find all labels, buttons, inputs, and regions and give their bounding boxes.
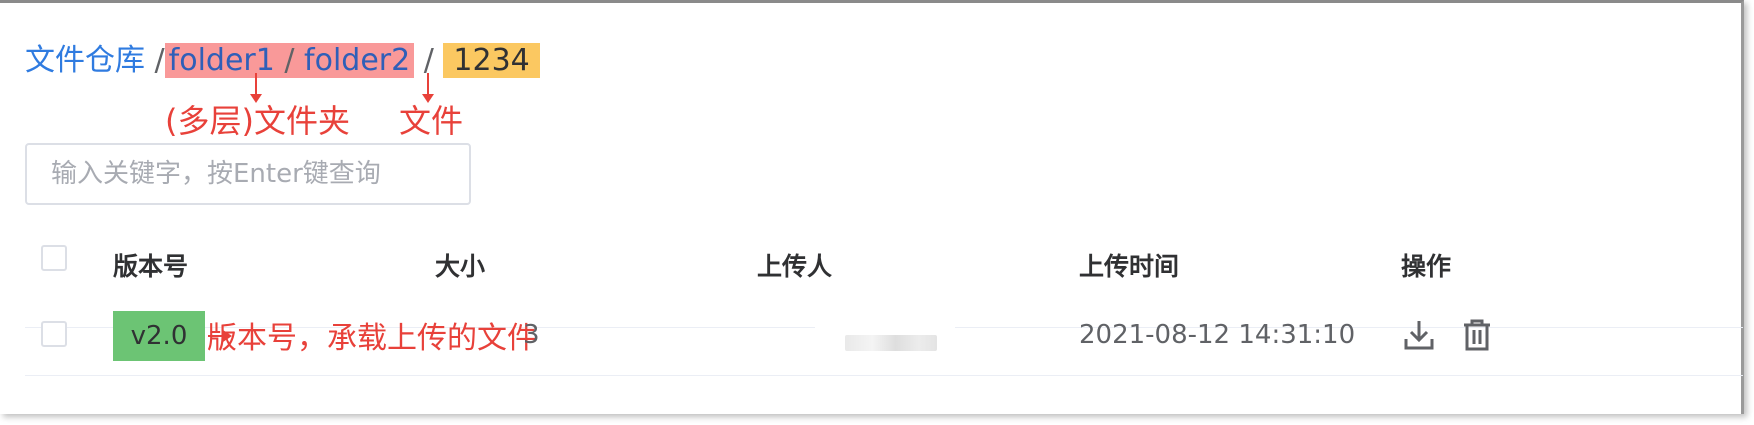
breadcrumb-separator: / bbox=[284, 43, 295, 78]
breadcrumb-root-link[interactable]: 文件仓库 bbox=[25, 43, 145, 78]
annotation-version: 版本号，承载上传的文件 bbox=[207, 321, 537, 356]
column-header-version: 版本号 bbox=[113, 252, 189, 281]
breadcrumb-current-file: 1234 bbox=[443, 43, 540, 78]
download-button[interactable] bbox=[1401, 317, 1437, 353]
size-cell: 3 bbox=[523, 320, 540, 350]
annotation-file: 文件 bbox=[399, 102, 464, 140]
uploader-cell-redacted bbox=[845, 335, 937, 351]
trash-icon bbox=[1464, 319, 1490, 351]
breadcrumb-separator: / bbox=[154, 43, 165, 78]
column-header-size: 大小 bbox=[435, 252, 486, 281]
version-table: 版本号 大小 上传人 上传时间 操作 v2.0 版本号，承载上传的文件 3 20… bbox=[25, 245, 1743, 376]
select-all-checkbox[interactable] bbox=[41, 245, 67, 271]
upload-time-cell: 2021-08-12 14:31:10 bbox=[1079, 320, 1356, 350]
table-row: v2.0 版本号，承载上传的文件 3 2021-08-12 14:31:10 bbox=[25, 279, 1743, 376]
column-header-upload-time: 上传时间 bbox=[1079, 252, 1180, 281]
download-icon bbox=[1404, 321, 1434, 350]
column-header-uploader: 上传人 bbox=[757, 252, 833, 281]
annotation-folders: (多层)文件夹 bbox=[165, 102, 350, 140]
column-header-actions: 操作 bbox=[1401, 252, 1452, 281]
annotation-arrow-file bbox=[422, 73, 434, 103]
search-input[interactable] bbox=[25, 143, 471, 205]
breadcrumb-folder1-link[interactable]: folder1 bbox=[169, 43, 275, 78]
breadcrumb-folders-highlight: folder1 / folder2 bbox=[164, 43, 415, 78]
uploader-redaction-cover bbox=[815, 279, 955, 339]
annotation-arrow-folders bbox=[250, 73, 262, 103]
row-checkbox[interactable] bbox=[41, 321, 67, 347]
version-cell: v2.0 bbox=[113, 311, 205, 361]
window-frame: 文件仓库 / folder1 / folder2 / 1234 (多层)文件夹 文… bbox=[0, 0, 1744, 414]
breadcrumb: 文件仓库 / folder1 / folder2 / 1234 bbox=[25, 37, 540, 85]
breadcrumb-folder2-link[interactable]: folder2 bbox=[304, 43, 410, 78]
delete-button[interactable] bbox=[1459, 317, 1495, 353]
